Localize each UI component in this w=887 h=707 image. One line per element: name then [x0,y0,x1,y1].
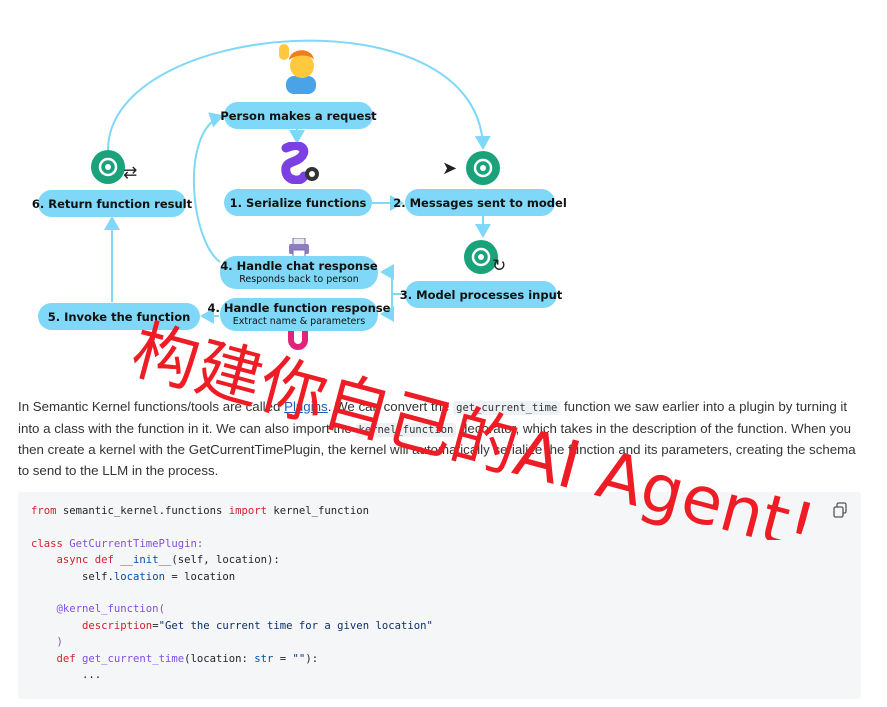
openai-icon [98,157,118,177]
inline-code-kernel-function: kernel_function [355,422,457,437]
step-return-result: 6. Return function result [32,190,192,217]
refresh-icon: ⇄ [123,163,138,183]
function-calling-diagram: ⇄ ➤ ↻ Person makes a request 1. Serializ… [0,0,887,360]
paragraph-text-2: . We can convert the [327,399,454,414]
arrow-chat-to-request [193,112,224,263]
waving-person-icon [279,44,316,94]
step-model-processes: 3. Model processes input [400,281,562,308]
copy-icon[interactable] [832,502,848,518]
step-handle-function-sublabel: Extract name & parameters [232,315,366,327]
code-content: from semantic_kernel.functions import ke… [31,505,433,682]
description-paragraph: In Semantic Kernel functions/tools are c… [18,397,863,481]
step-handle-chat: 4. Handle chat response Responds back to… [220,256,378,289]
step-person-request: Person makes a request [220,102,377,129]
inline-code-get-current-time: get_current_time [453,401,561,415]
send-icon: ➤ [442,158,458,179]
step-handle-chat-label: 4. Handle chat response [220,258,378,273]
processing-icon: ↻ [492,256,507,276]
code-block: from semantic_kernel.functions import ke… [18,492,861,699]
step-invoke-function: 5. Invoke the function [38,303,200,330]
paragraph-text-1: In Semantic Kernel functions/tools are c… [18,399,285,414]
step-handle-function-label: 4. Handle function response [207,300,391,315]
step-messages-sent: 2. Messages sent to model [393,189,567,216]
step-handle-chat-sublabel: Responds back to person [239,273,359,285]
openai-icon [471,247,491,267]
model-icon-return [91,150,125,184]
printer-icon [289,238,309,258]
model-icon-messages [466,151,500,185]
step-handle-function: 4. Handle function response Extract name… [208,298,390,331]
step-serialize-functions: 1. Serialize functions [224,189,372,216]
magnet-icon [288,330,308,350]
openai-icon [473,158,493,178]
plugins-link[interactable]: Plugins [284,399,328,414]
semantic-kernel-logo-icon [281,142,319,184]
